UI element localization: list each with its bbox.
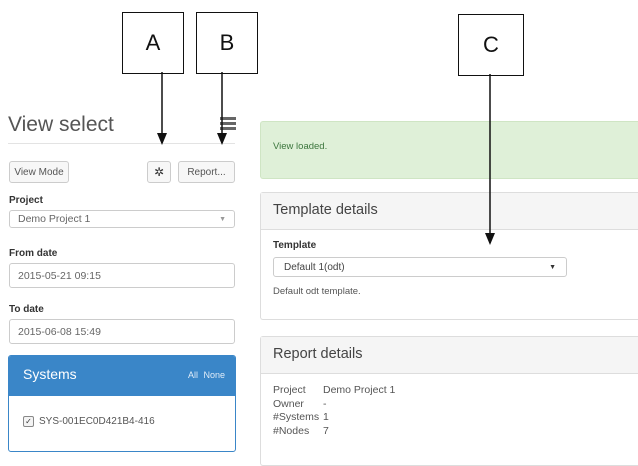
select-none-link[interactable]: None xyxy=(203,370,225,380)
gear-icon: ✲ xyxy=(153,165,165,179)
from-date-label: From date xyxy=(9,248,58,259)
callout-b: B xyxy=(196,12,258,74)
detail-row: Project Demo Project 1 xyxy=(273,384,395,398)
settings-button[interactable]: ✲ xyxy=(147,161,171,183)
systems-title: Systems xyxy=(23,366,77,382)
from-date-input[interactable]: 2015-05-21 09:15 xyxy=(9,263,235,288)
status-alert: View loaded. xyxy=(260,121,638,179)
to-date-label: To date xyxy=(9,304,44,315)
callout-a: A xyxy=(122,12,184,74)
system-item[interactable]: ✓ SYS-001EC0D421B4-416 xyxy=(23,416,155,427)
list-icon[interactable] xyxy=(220,117,236,131)
detail-row: #Nodes 7 xyxy=(273,425,395,439)
report-details-header: Report details xyxy=(261,337,638,374)
chevron-down-icon: ▼ xyxy=(219,215,226,223)
chevron-down-icon: ▼ xyxy=(549,263,556,271)
project-select-value: Demo Project 1 xyxy=(18,213,91,225)
detail-key: Owner xyxy=(273,397,304,410)
report-details-list: Project Demo Project 1 Owner - #Systems … xyxy=(273,384,395,438)
detail-key: #Systems xyxy=(273,411,320,423)
report-button[interactable]: Report... xyxy=(178,161,235,183)
system-item-label: SYS-001EC0D421B4-416 xyxy=(39,416,155,427)
template-description: Default odt template. xyxy=(273,286,361,297)
template-label: Template xyxy=(273,240,317,251)
project-select[interactable]: Demo Project 1 ▼ xyxy=(9,210,235,228)
system-checkbox[interactable]: ✓ xyxy=(23,416,34,427)
template-details-panel: Template details Template Default 1(odt)… xyxy=(260,192,638,320)
detail-row: #Systems 1 xyxy=(273,411,395,425)
detail-value: Demo Project 1 xyxy=(323,384,396,396)
view-select-title: View select xyxy=(8,113,114,136)
detail-row: Owner - xyxy=(273,398,395,412)
detail-value: - xyxy=(323,397,327,410)
from-date-value: 2015-05-21 09:15 xyxy=(18,269,101,282)
report-details-panel: Report details Project Demo Project 1 Ow… xyxy=(260,336,638,466)
systems-header: Systems All None xyxy=(9,356,235,396)
report-details-title: Report details xyxy=(273,346,363,362)
view-mode-button[interactable]: View Mode xyxy=(9,161,69,183)
title-divider xyxy=(8,143,235,144)
to-date-value: 2015-06-08 15:49 xyxy=(18,325,101,338)
select-all-link[interactable]: All xyxy=(188,370,198,380)
alert-message: View loaded. xyxy=(273,141,328,152)
template-select-value: Default 1(odt) xyxy=(284,261,345,273)
detail-value: 1 xyxy=(323,411,329,423)
detail-key: #Nodes xyxy=(273,424,310,437)
detail-value: 7 xyxy=(323,424,329,437)
template-details-header: Template details xyxy=(261,193,638,230)
detail-key: Project xyxy=(273,384,306,396)
systems-panel: Systems All None ✓ SYS-001EC0D421B4-416 xyxy=(8,355,236,452)
template-select[interactable]: Default 1(odt) ▼ xyxy=(273,257,567,277)
callout-c: C xyxy=(458,14,524,76)
to-date-input[interactable]: 2015-06-08 15:49 xyxy=(9,319,235,344)
template-details-title: Template details xyxy=(273,202,378,218)
project-label: Project xyxy=(9,195,43,206)
